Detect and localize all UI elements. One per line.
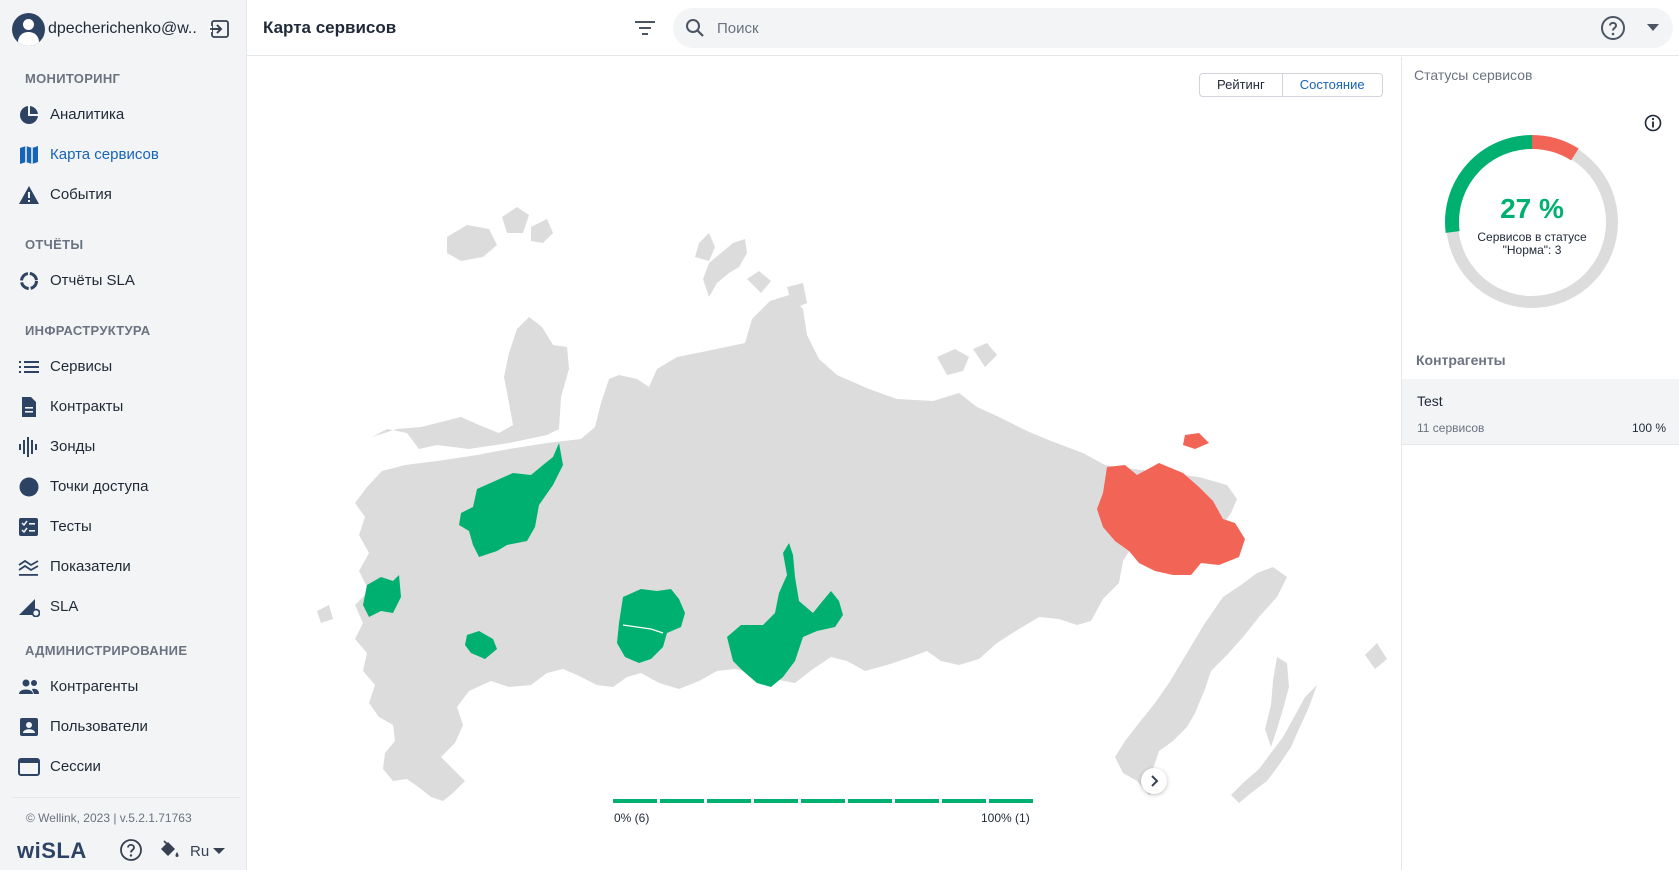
sidebar-item-label: Сессии (50, 758, 101, 775)
sidebar-item-metrics[interactable]: Показатели (0, 549, 246, 585)
sidebar-item-contracts[interactable]: Контракты (0, 389, 246, 425)
sidebar-item-probes[interactable]: Зонды (0, 429, 246, 465)
copyright: © Wellink, 2023 | v.5.2.1.71763 (26, 811, 192, 825)
sidebar-item-users[interactable]: Пользователи (0, 709, 246, 745)
contractor-services-count: 11 сервисов (1417, 421, 1485, 435)
panel-title: Статусы сервисов (1414, 67, 1533, 83)
section-title-infrastructure: ИНФРАСТРУКТУРА (25, 323, 151, 338)
sidebar-item-tests[interactable]: Тесты (0, 509, 246, 545)
chevron-down-icon[interactable] (213, 848, 225, 854)
map-land (502, 207, 529, 233)
sidebar-item-sla[interactable]: SLA (0, 589, 246, 625)
sidebar-item-label: Сервисы (50, 358, 113, 375)
donut-report-icon (20, 272, 38, 290)
sidebar-item-label: Контрагенты (50, 678, 139, 695)
map-icon (20, 146, 38, 164)
status-percent: 27 % (1500, 193, 1564, 224)
metrics-icon (18, 559, 39, 576)
divider (12, 797, 240, 798)
sidebar-item-service-map[interactable]: Карта сервисов (0, 137, 246, 173)
view-toggle: Рейтинг Состояние (1199, 73, 1383, 97)
map-land (447, 225, 497, 261)
contractor-percent: 100 % (1631, 421, 1666, 435)
paint-bucket-icon[interactable] (157, 838, 181, 862)
user-profile[interactable]: dpecherichenko@w... (12, 12, 237, 46)
map-land (695, 233, 715, 261)
info-icon[interactable] (1644, 114, 1662, 132)
user-name[interactable]: dpecherichenko@w... (48, 20, 198, 38)
brand-logo: wiSLA (17, 838, 87, 863)
sidebar-item-label: Тесты (50, 518, 92, 535)
sla-gear-icon (19, 599, 40, 617)
user-card-icon (20, 718, 38, 736)
access-point-icon (19, 477, 39, 497)
sidebar-item-label: Показатели (50, 558, 131, 575)
sidebar-item-label: События (50, 186, 112, 203)
language-select[interactable]: Ru (190, 843, 209, 860)
probe-wave-icon (19, 437, 37, 457)
map-land (747, 271, 771, 293)
sidebar-item-analytics[interactable]: Аналитика (0, 97, 246, 133)
map-land (1115, 567, 1287, 795)
map-land (531, 219, 553, 243)
contractors-title: Контрагенты (1416, 352, 1506, 368)
checklist-icon (19, 518, 38, 536)
toggle-rating-button[interactable]: Рейтинг (1200, 74, 1283, 96)
sidebar-item-label: Пользователи (50, 718, 148, 735)
help-icon[interactable] (1600, 15, 1626, 41)
map-land (372, 317, 569, 449)
sidebar-item-label: Зонды (50, 438, 96, 455)
window-icon (18, 758, 40, 776)
document-icon (22, 397, 36, 417)
map-land (1365, 643, 1387, 669)
sidebar-item-label: Аналитика (50, 106, 125, 123)
search-icon (686, 19, 704, 37)
help-icon[interactable] (119, 838, 143, 862)
page-title: Карта сервисов (263, 18, 397, 37)
sidebar-item-label: Контракты (50, 398, 124, 415)
list-icon (19, 361, 39, 373)
status-caption: Сервисов в статусе "Норма": 3 (1477, 230, 1587, 257)
section-title-reports: ОТЧЁТЫ (25, 237, 84, 252)
warning-icon (19, 186, 39, 204)
search-input[interactable] (717, 17, 1417, 39)
avatar[interactable] (12, 12, 45, 46)
contractor-name: Test (1417, 393, 1443, 409)
filter-icon[interactable] (633, 17, 657, 39)
legend-min-label: 0% (6) (614, 811, 650, 825)
section-title-administration: АДМИНИСТРИРОВАНИЕ (25, 643, 188, 658)
sidebar-item-label: SLA (50, 598, 79, 615)
app-root: dpecherichenko@w... МОНИТОРИНГ Аналитика… (0, 0, 1679, 870)
sidebar-item-sessions[interactable]: Сессии (0, 749, 246, 785)
map-land (973, 343, 997, 367)
sidebar-item-label: Отчёты SLA (50, 272, 135, 289)
section-title-monitoring: МОНИТОРИНГ (25, 71, 121, 86)
sidebar-item-label: Карта сервисов (50, 146, 159, 163)
sidebar-item-access-points[interactable]: Точки доступа (0, 469, 246, 505)
chevron-right-icon[interactable] (1141, 768, 1167, 794)
sidebar-item-sla-reports[interactable]: Отчёты SLA (0, 263, 246, 299)
map-land (317, 605, 333, 623)
chevron-down-icon[interactable] (1647, 24, 1659, 31)
contractor-item[interactable]: Test 11 сервисов 100 % (1402, 379, 1679, 445)
donut-arc-alarm (1531, 135, 1579, 161)
top-bar: Карта сервисов (247, 0, 1679, 56)
sidebar-item-contractors[interactable]: Контрагенты (0, 669, 246, 705)
logout-icon[interactable] (209, 18, 231, 40)
status-panel: Статусы сервисов 27 % Сервисов в статусе… (1401, 57, 1679, 870)
people-icon (19, 679, 39, 694)
map-region-alarm (1183, 433, 1209, 449)
sidebar-item-label: Точки доступа (50, 478, 149, 495)
toggle-status-button[interactable]: Состояние (1283, 74, 1382, 96)
sidebar-item-services[interactable]: Сервисы (0, 349, 246, 385)
search-box[interactable] (673, 8, 1673, 48)
service-map: Рейтинг Состояние 0% (6) 100% (1) (247, 57, 1401, 870)
sidebar: dpecherichenko@w... МОНИТОРИНГ Аналитика… (0, 0, 247, 870)
russia-map (317, 207, 1387, 803)
map-land (937, 349, 969, 375)
legend-scale (613, 799, 1033, 803)
pie-chart-icon (20, 106, 38, 124)
legend-max-label: 100% (1) (981, 811, 1030, 825)
sidebar-item-events[interactable]: События (0, 177, 246, 213)
